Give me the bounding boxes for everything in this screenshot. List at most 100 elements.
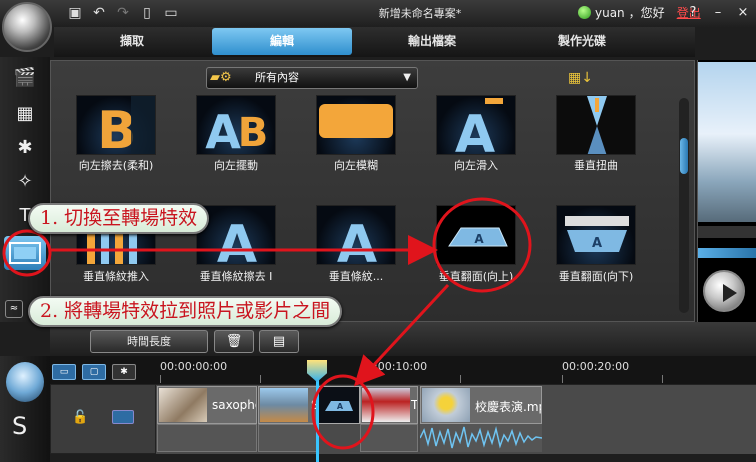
effect-room-icon[interactable]: ✱ bbox=[8, 134, 42, 162]
properties-button[interactable]: ▤ bbox=[259, 330, 299, 353]
redo-icon[interactable]: ↷ bbox=[114, 4, 132, 22]
undo-icon[interactable]: ↶ bbox=[90, 4, 108, 22]
instruction-callout-step1: 1. 切換至轉場特效 bbox=[28, 203, 210, 234]
pip-room-icon[interactable]: ✧ bbox=[8, 168, 42, 196]
audio-waveform bbox=[420, 424, 542, 452]
clip-audio-lane bbox=[258, 424, 318, 452]
audio-mixing-icon[interactable]: ≈ bbox=[5, 300, 23, 318]
ruler-tick bbox=[160, 375, 161, 383]
clip-label: 校慶表演.mp bbox=[475, 400, 542, 414]
timeline-transition[interactable]: A bbox=[318, 386, 360, 424]
transition-label: 向左滑入 bbox=[454, 159, 498, 172]
transition-label: 向左擦去(柔和) bbox=[78, 159, 154, 172]
timeline-view-options: ▭ ▢ ✱ bbox=[52, 364, 152, 382]
svg-text:A: A bbox=[205, 105, 241, 155]
clip-label: saxopho bbox=[212, 398, 256, 412]
clip-audio-lane bbox=[360, 424, 418, 452]
instruction-callout-step2: 2. 將轉場特效拉到照片或影片之間 bbox=[28, 296, 343, 327]
ruler-tick bbox=[562, 375, 563, 383]
category-label: 所有內容 bbox=[255, 71, 299, 84]
transition-label: 垂直翻面(向下) bbox=[558, 270, 634, 283]
svg-text:A: A bbox=[337, 215, 377, 265]
clip-thumbnail bbox=[422, 388, 470, 422]
svg-text:A: A bbox=[337, 402, 344, 411]
close-button[interactable]: × bbox=[733, 3, 753, 23]
clip-audio-lane bbox=[157, 424, 257, 452]
time-label: 00:00:10:00 bbox=[360, 360, 428, 373]
clip-thumbnail bbox=[159, 388, 207, 422]
trash-icon: 🗑 bbox=[225, 334, 243, 349]
online-status-icon bbox=[578, 6, 591, 19]
transition-thumb[interactable]: A bbox=[316, 205, 396, 265]
greeting: ，您好 bbox=[628, 6, 665, 20]
transition-thumb[interactable]: A bbox=[436, 205, 516, 265]
transition-label: 垂直扭曲 bbox=[574, 159, 618, 172]
transition-thumb[interactable]: AB bbox=[196, 95, 276, 155]
svg-text:A: A bbox=[474, 232, 484, 246]
app-logo[interactable] bbox=[2, 2, 52, 52]
transition-thumb[interactable] bbox=[556, 95, 636, 155]
tab-edit[interactable]: 編輯 bbox=[212, 28, 352, 55]
new-file-icon[interactable]: ▯ bbox=[138, 4, 156, 22]
ruler-tick bbox=[460, 375, 461, 383]
track-view-icon[interactable]: ▢ bbox=[82, 364, 106, 380]
clip-thumbnail bbox=[362, 388, 410, 422]
preview-image bbox=[698, 62, 756, 222]
preview-position-slider[interactable] bbox=[698, 226, 756, 238]
svg-text:A: A bbox=[455, 105, 495, 155]
transition-label: 垂直條紋推入 bbox=[83, 270, 149, 283]
transition-label: 垂直翻面(向上) bbox=[438, 270, 514, 283]
ruler-tick bbox=[662, 375, 663, 383]
storyboard-view-icon[interactable]: ▭ bbox=[52, 364, 76, 380]
transition-thumb[interactable]: A bbox=[436, 95, 516, 155]
delete-button[interactable]: 🗑 bbox=[214, 330, 254, 353]
play-button[interactable] bbox=[703, 270, 745, 312]
open-folder-icon[interactable]: ▭ bbox=[162, 4, 180, 22]
timeline-clip[interactable]: saxopho bbox=[157, 386, 257, 424]
library-scroll-thumb[interactable] bbox=[680, 138, 688, 174]
folder-icon: ▰⚙ bbox=[210, 70, 232, 85]
clip-label: T bbox=[411, 398, 418, 412]
effect-mode-icon[interactable]: ✱ bbox=[112, 364, 136, 380]
transition-label: 垂直條紋... bbox=[328, 270, 384, 283]
transition-label: 向左擺動 bbox=[214, 159, 258, 172]
duration-button[interactable]: 時間長度 bbox=[90, 330, 208, 353]
library-scrollbar[interactable] bbox=[679, 98, 689, 313]
video-track-icon bbox=[112, 410, 134, 424]
project-title: 新增未命名專案* bbox=[378, 7, 462, 20]
lock-icon[interactable]: 🔓 bbox=[72, 410, 88, 425]
save-icon[interactable]: ▣ bbox=[66, 4, 84, 22]
timeline-clip[interactable]: T bbox=[360, 386, 418, 424]
svg-text:A: A bbox=[592, 236, 602, 251]
tab-capture[interactable]: 擷取 bbox=[62, 28, 202, 55]
transition-label: 垂直條紋擦去 I bbox=[199, 270, 273, 283]
minimize-button[interactable]: – bbox=[708, 3, 728, 23]
time-label: 00:00:20:00 bbox=[562, 360, 630, 373]
magic-movie-icon[interactable] bbox=[6, 362, 44, 402]
ruler-tick bbox=[360, 375, 361, 383]
svg-text:A: A bbox=[217, 215, 257, 265]
fix-enhance-icon[interactable]: ▦ bbox=[8, 100, 42, 128]
time-label: 00:00:00:00 bbox=[160, 360, 228, 373]
magic-tools-icon[interactable]: S bbox=[12, 412, 27, 440]
transition-thumb[interactable] bbox=[316, 95, 396, 155]
preview-progress-bar[interactable] bbox=[698, 248, 756, 258]
tab-burn-disc[interactable]: 製作光碟 bbox=[512, 28, 652, 55]
transition-label: 向左模糊 bbox=[334, 159, 378, 172]
properties-icon: ▤ bbox=[272, 334, 286, 349]
svg-text:B: B bbox=[238, 110, 269, 155]
timeline-clip[interactable]: S bbox=[258, 386, 318, 424]
svg-text:B: B bbox=[97, 101, 137, 155]
transition-room-icon[interactable] bbox=[4, 236, 46, 270]
timeline-clip[interactable]: 校慶表演.mp bbox=[420, 386, 542, 424]
help-button[interactable]: ? bbox=[683, 3, 703, 23]
media-room-icon[interactable]: 🎬 bbox=[8, 64, 42, 92]
chevron-down-icon: ▼ bbox=[403, 72, 411, 83]
clip-thumbnail bbox=[260, 388, 308, 422]
transition-thumb[interactable]: A bbox=[556, 205, 636, 265]
tab-output[interactable]: 輸出檔案 bbox=[362, 28, 502, 55]
transition-thumb[interactable]: B bbox=[76, 95, 156, 155]
category-dropdown[interactable]: ▰⚙ 所有內容 ▼ bbox=[206, 67, 418, 89]
video-track-header bbox=[50, 384, 156, 454]
sort-view-icon[interactable]: ▦↓ bbox=[568, 70, 593, 86]
